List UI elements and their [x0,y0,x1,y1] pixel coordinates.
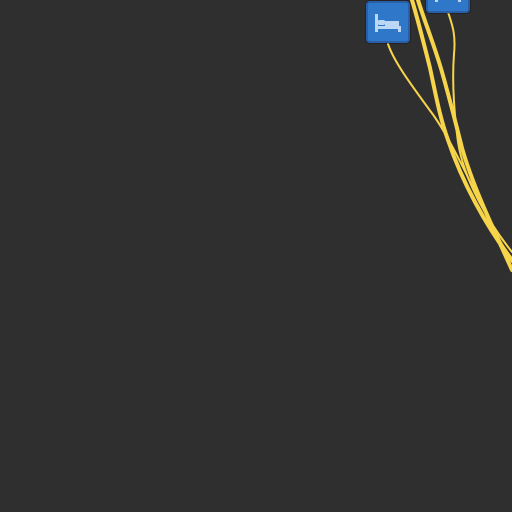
lodging-marker[interactable] [366,1,410,43]
bed-icon [435,0,461,2]
route-line [410,0,512,262]
route-line [416,0,512,272]
bed-icon [375,14,401,32]
map-canvas[interactable] [0,0,512,512]
route-line [447,11,512,253]
lodging-marker[interactable] [426,0,470,13]
route-layer [387,0,512,272]
